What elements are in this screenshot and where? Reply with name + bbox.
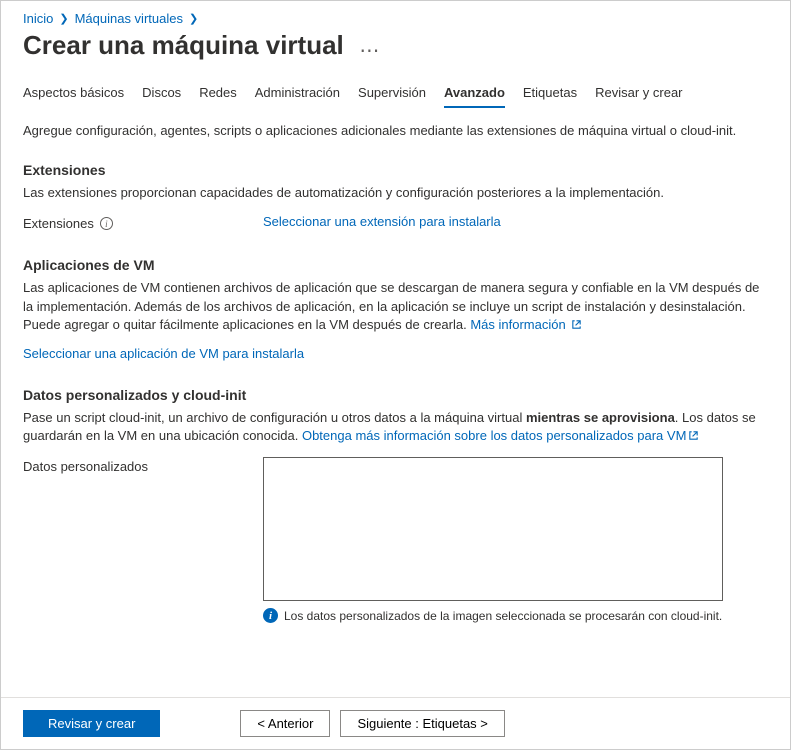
breadcrumb-vms[interactable]: Máquinas virtuales [75,11,183,26]
info-icon: i [263,608,278,623]
vm-apps-learn-more-text: Más información [470,317,565,332]
custom-data-learn-more-link[interactable]: Obtenga más información sobre los datos … [302,428,699,443]
section-extensiones: Extensiones Las extensiones proporcionan… [23,162,768,231]
more-actions-icon[interactable]: ⋯ [359,40,380,62]
select-vm-app-link[interactable]: Seleccionar una aplicación de VM para in… [23,346,304,361]
next-button[interactable]: Siguiente : Etiquetas > [340,710,504,737]
extensions-field-label-text: Extensiones [23,216,94,231]
breadcrumb-home[interactable]: Inicio [23,11,53,26]
select-extension-link[interactable]: Seleccionar una extensión para instalarl… [263,214,501,229]
custom-data-desc: Pase un script cloud-init, un archivo de… [23,409,768,445]
external-link-icon [688,427,699,445]
tab-aspectos-basicos[interactable]: Aspectos básicos [23,85,124,108]
custom-data-learn-more-text: Obtenga más información sobre los datos … [302,428,686,443]
section-vm-apps: Aplicaciones de VM Las aplicaciones de V… [23,257,768,361]
tabs: Aspectos básicos Discos Redes Administra… [23,85,768,108]
breadcrumb: Inicio ❯ Máquinas virtuales ❯ [23,11,768,26]
custom-data-field-label-text: Datos personalizados [23,459,148,474]
custom-data-note: i Los datos personalizados de la imagen … [263,608,768,623]
chevron-right-icon: ❯ [189,12,198,25]
previous-button[interactable]: < Anterior [240,710,330,737]
extensions-field-label: Extensiones i [23,214,263,231]
section-custom-data: Datos personalizados y cloud-init Pase u… [23,387,768,623]
chevron-right-icon: ❯ [59,12,68,25]
review-create-button[interactable]: Revisar y crear [23,710,160,737]
extensions-desc: Las extensiones proporcionan capacidades… [23,184,768,202]
vm-apps-title: Aplicaciones de VM [23,257,768,273]
tab-administracion[interactable]: Administración [255,85,340,108]
vm-apps-desc: Las aplicaciones de VM contienen archivo… [23,279,768,334]
custom-data-desc-pre: Pase un script cloud-init, un archivo de… [23,410,526,425]
vm-apps-learn-more-link[interactable]: Más información [470,317,582,332]
tab-avanzado[interactable]: Avanzado [444,85,505,108]
info-icon[interactable]: i [100,217,113,230]
external-link-icon [571,316,582,334]
tab-redes[interactable]: Redes [199,85,237,108]
custom-data-input[interactable] [263,457,723,601]
custom-data-title: Datos personalizados y cloud-init [23,387,768,403]
custom-data-note-text: Los datos personalizados de la imagen se… [284,609,722,623]
custom-data-field-label: Datos personalizados [23,457,263,474]
vm-apps-desc-text: Las aplicaciones de VM contienen archivo… [23,280,759,331]
tab-discos[interactable]: Discos [142,85,181,108]
tab-revisar-crear[interactable]: Revisar y crear [595,85,682,108]
extensions-title: Extensiones [23,162,768,178]
intro-text: Agregue configuración, agentes, scripts … [23,122,768,140]
footer-bar: Revisar y crear < Anterior Siguiente : E… [1,697,790,749]
tab-etiquetas[interactable]: Etiquetas [523,85,577,108]
page-title: Crear una máquina virtual [23,30,344,61]
tab-supervision[interactable]: Supervisión [358,85,426,108]
custom-data-desc-bold: mientras se aprovisiona [526,410,675,425]
